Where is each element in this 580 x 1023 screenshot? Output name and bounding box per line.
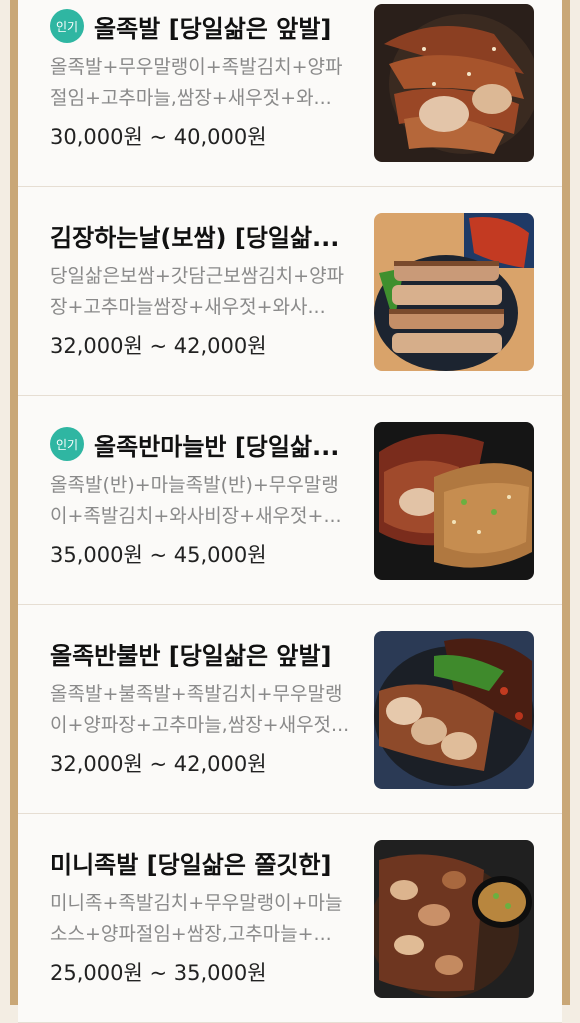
menu-item-description: 올족발(반)+마늘족발(반)+무우말랭이+족발김치+와사비장+새우젓+... — [50, 474, 342, 527]
menu-item-description: 미니족+족발김치+무우말랭이+마늘소스+양파절임+쌈장,고추마늘+... — [50, 892, 343, 945]
menu-item-description: 당일삶은보쌈+갓담근보쌈김치+양파장+고추마늘쌈장+새우젓+와사... — [50, 265, 345, 318]
menu-item-photo[interactable] — [374, 840, 534, 998]
menu-item-title-row: 김장하는날(보쌈) [당일삶... — [50, 215, 339, 255]
menu-item-title: 올족반불반 [당일삶은 앞발] — [50, 641, 332, 670]
frame-left-border — [10, 0, 18, 1005]
frame-right-border — [562, 0, 570, 1005]
menu-item-photo[interactable] — [374, 422, 534, 580]
menu-item-title: 올족발 [당일삶은 앞발] — [94, 14, 332, 43]
menu-item-card[interactable]: 인기 올족반마늘반 [당일삶... 올족발(반)+마늘족발(반)+무우말랭이+족… — [18, 396, 562, 605]
menu-item-price: 30,000원 ~ 40,000원 — [50, 125, 267, 149]
menu-item-card[interactable]: 김장하는날(보쌈) [당일삶... 당일삶은보쌈+갓담근보쌈김치+양파장+고추마… — [18, 187, 562, 396]
menu-item-description: 올족발+불족발+족발김치+무우말랭이+양파장+고추마늘,쌈장+새우젓... — [50, 683, 350, 736]
menu-item-card[interactable]: 인기 올족발 [당일삶은 앞발] 올족발+무우말랭이+족발김치+양파절임+고추마… — [18, 0, 562, 187]
menu-item-photo[interactable] — [374, 4, 534, 162]
menu-item-title: 미니족발 [당일삶은 쫄깃한] — [50, 850, 332, 879]
menu-item-price: 25,000원 ~ 35,000원 — [50, 961, 267, 985]
menu-item-price: 32,000원 ~ 42,000원 — [50, 752, 267, 776]
popular-badge: 인기 — [50, 9, 84, 43]
menu-item-description: 올족발+무우말랭이+족발김치+양파절임+고추마늘,쌈장+새우젓+와... — [50, 56, 343, 109]
menu-item-photo[interactable] — [374, 631, 534, 789]
menu-item-title-row: 인기 올족발 [당일삶은 앞발] — [50, 6, 331, 46]
menu-item-title-row: 인기 올족반마늘반 [당일삶... — [50, 424, 339, 464]
menu-item-title: 올족반마늘반 [당일삶... — [94, 432, 340, 461]
popular-badge: 인기 — [50, 427, 84, 461]
menu-item-card[interactable]: 올족반불반 [당일삶은 앞발] 올족발+불족발+족발김치+무우말랭이+양파장+고… — [18, 605, 562, 814]
menu-item-title: 김장하는날(보쌈) [당일삶... — [50, 223, 340, 252]
menu-item-photo[interactable] — [374, 213, 534, 371]
menu-item-title-row: 미니족발 [당일삶은 쫄깃한] — [50, 842, 332, 882]
menu-list: 인기 올족발 [당일삶은 앞발] 올족발+무우말랭이+족발김치+양파절임+고추마… — [18, 0, 562, 1023]
menu-item-price: 35,000원 ~ 45,000원 — [50, 543, 267, 567]
menu-item-card[interactable]: 미니족발 [당일삶은 쫄깃한] 미니족+족발김치+무우말랭이+마늘소스+양파절임… — [18, 814, 562, 1023]
menu-item-price: 32,000원 ~ 42,000원 — [50, 334, 267, 358]
menu-item-title-row: 올족반불반 [당일삶은 앞발] — [50, 633, 332, 673]
